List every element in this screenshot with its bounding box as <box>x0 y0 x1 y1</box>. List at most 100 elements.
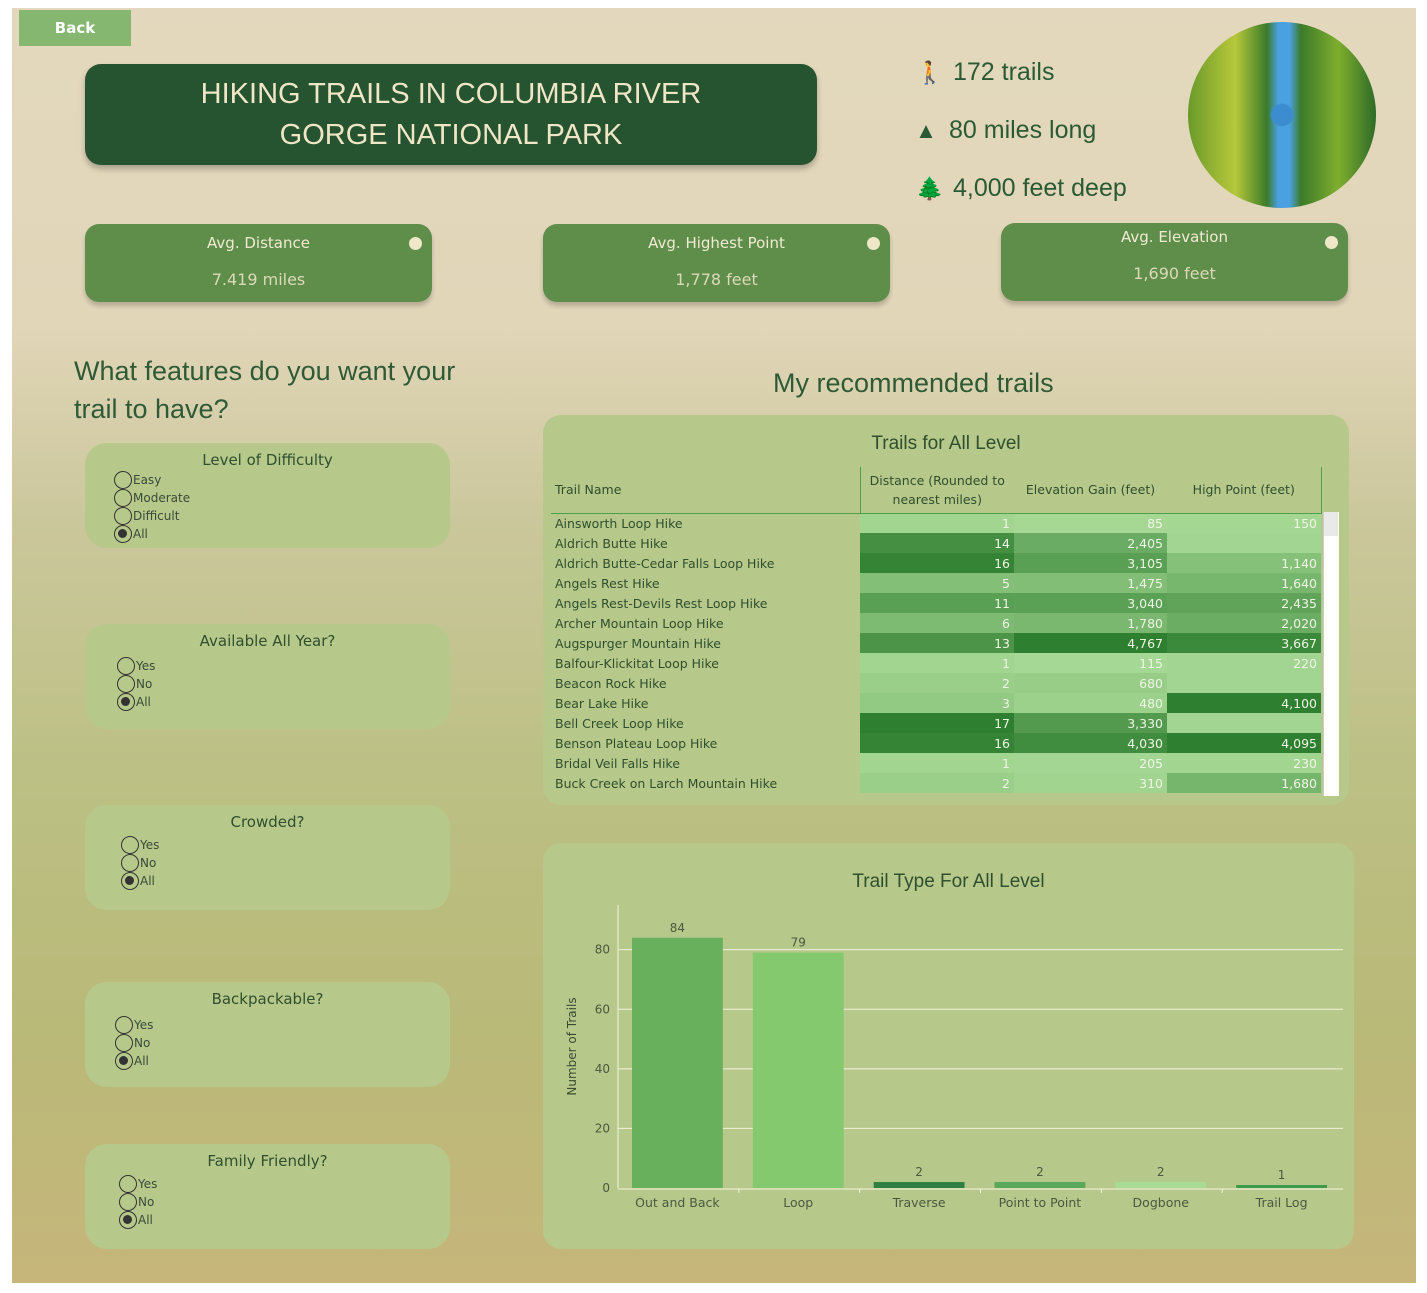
radio-circle-icon[interactable] <box>115 1052 133 1070</box>
table-row[interactable]: Bell Creek Loop Hike 17 3,330 <box>551 713 1321 733</box>
radio-easy[interactable]: Easy <box>114 471 190 489</box>
radio-all[interactable]: All <box>117 693 155 711</box>
radio-circle-icon[interactable] <box>114 525 132 543</box>
cell-value: 1,475 <box>1014 573 1167 593</box>
filter-title: Family Friendly? <box>207 1152 328 1170</box>
kpi-value: 1,690 feet <box>1133 264 1216 283</box>
radio-yes[interactable]: Yes <box>117 657 155 675</box>
radio-all[interactable]: All <box>119 1211 157 1229</box>
table-row[interactable]: Angels Rest-Devils Rest Loop Hike 11 3,040… <box>551 593 1321 613</box>
cell-value: 17 <box>860 713 1014 733</box>
cell-value <box>1167 713 1321 733</box>
data-label: 2 <box>915 1165 923 1179</box>
x-tick-label: Dogbone <box>1133 1195 1190 1210</box>
back-button[interactable]: Back <box>19 10 131 46</box>
data-label: 2 <box>1157 1165 1165 1179</box>
cell-value: 205 <box>1014 753 1167 773</box>
y-tick-label: 60 <box>595 1002 610 1016</box>
radio-circle-icon[interactable] <box>114 507 132 525</box>
radio-no[interactable]: No <box>117 675 155 693</box>
data-label: 1 <box>1278 1168 1286 1182</box>
data-label: 2 <box>1036 1165 1044 1179</box>
data-label: 79 <box>791 936 806 950</box>
radio-circle-icon[interactable] <box>115 1034 133 1052</box>
radio-circle-icon[interactable] <box>119 1175 137 1193</box>
x-tick-label: Trail Log <box>1255 1195 1308 1210</box>
radio-circle-icon[interactable] <box>114 489 132 507</box>
col-elevation-gain[interactable]: Elevation Gain (feet) <box>1014 467 1167 514</box>
table-row[interactable]: Aldrich Butte-Cedar Falls Loop Hike 16 3,1… <box>551 553 1321 573</box>
cell-value: 230 <box>1167 753 1321 773</box>
table-row[interactable]: Ainsworth Loop Hike 1 85 150 <box>551 513 1321 533</box>
cell-value: 1 <box>860 753 1014 773</box>
trails-table-panel: Trails for All Level Trail Name Distance… <box>543 415 1349 805</box>
cell-value: 2 <box>860 773 1014 793</box>
radio-circle-icon[interactable] <box>119 1193 137 1211</box>
table-row[interactable]: Bear Lake Hike 3 480 4,100 <box>551 693 1321 713</box>
radio-circle-icon[interactable] <box>117 693 135 711</box>
trail-name: Benson Plateau Loop Hike <box>555 735 718 751</box>
cell-value: 4,767 <box>1014 633 1167 653</box>
radio-yes[interactable]: Yes <box>119 1175 157 1193</box>
table-row[interactable]: Buck Creek on Larch Mountain Hike 2 310 1,6… <box>551 773 1321 793</box>
kpi-value: 1,778 feet <box>675 270 758 289</box>
radio-circle-icon[interactable] <box>121 836 139 854</box>
bar-point-to-point[interactable] <box>994 1182 1086 1188</box>
radio-no[interactable]: No <box>121 854 159 872</box>
radio-label: All <box>138 1213 153 1227</box>
radio-label: Moderate <box>133 491 191 505</box>
cell-value: 2,020 <box>1167 613 1321 633</box>
col-distance[interactable]: Distance (Rounded to nearest miles) <box>859 467 1014 514</box>
table-scrollbar[interactable] <box>1323 512 1339 796</box>
radio-no[interactable]: No <box>115 1034 153 1052</box>
cell-value: 11 <box>860 593 1014 613</box>
scroll-thumb[interactable] <box>1324 512 1338 536</box>
radio-circle-icon[interactable] <box>119 1211 137 1229</box>
radio-difficult[interactable]: Difficult <box>114 507 190 525</box>
table-row[interactable]: Angels Rest Hike 5 1,475 1,640 <box>551 573 1321 593</box>
cell-value: 2 <box>860 673 1014 693</box>
toggle-icon[interactable] <box>1325 236 1338 249</box>
radio-no[interactable]: No <box>119 1193 157 1211</box>
radio-all[interactable]: All <box>121 872 159 890</box>
col-trail-name[interactable]: Trail Name <box>551 467 860 514</box>
bar-traverse[interactable] <box>873 1182 965 1188</box>
radio-moderate[interactable]: Moderate <box>114 489 190 507</box>
mountain-icon: ▲ <box>915 117 937 143</box>
bar-dogbone[interactable] <box>1115 1182 1207 1188</box>
kpi-value: 7.419 miles <box>211 270 306 289</box>
table-row[interactable]: Bridal Veil Falls Hike 1 205 230 <box>551 753 1321 773</box>
radio-all[interactable]: All <box>114 525 190 543</box>
cell-value: 220 <box>1167 653 1321 673</box>
radio-circle-icon[interactable] <box>115 1016 133 1034</box>
x-tick-label: Traverse <box>892 1195 946 1210</box>
cell-value: 1,140 <box>1167 553 1321 573</box>
bar-out-and-back[interactable] <box>632 937 723 1188</box>
table-row[interactable]: Benson Plateau Loop Hike 16 4,030 4,095 <box>551 733 1321 753</box>
cell-value: 150 <box>1167 513 1321 533</box>
radio-yes[interactable]: Yes <box>121 836 159 854</box>
toggle-icon[interactable] <box>409 237 422 250</box>
col-high-point[interactable]: High Point (feet) <box>1167 467 1322 514</box>
radio-yes[interactable]: Yes <box>115 1016 153 1034</box>
radio-circle-icon[interactable] <box>121 854 139 872</box>
cell-value: 2,405 <box>1014 533 1167 553</box>
radio-circle-icon[interactable] <box>117 657 135 675</box>
cell-value: 4,100 <box>1167 693 1321 713</box>
radio-label: Difficult <box>133 509 180 523</box>
bar-loop[interactable] <box>752 952 844 1188</box>
radio-all[interactable]: All <box>115 1052 153 1070</box>
trail-name: Buck Creek on Larch Mountain Hike <box>555 775 778 791</box>
toggle-icon[interactable] <box>867 237 880 250</box>
table-row[interactable]: Balfour-Klickitat Loop Hike 1 115 220 <box>551 653 1321 673</box>
table-row[interactable]: Archer Mountain Loop Hike 6 1,780 2,020 <box>551 613 1321 633</box>
cell-value: 3,330 <box>1014 713 1167 733</box>
table-row[interactable]: Aldrich Butte Hike 14 2,405 <box>551 533 1321 553</box>
cell-value: 3,040 <box>1014 593 1167 613</box>
bar-trail-log[interactable] <box>1236 1185 1327 1188</box>
radio-circle-icon[interactable] <box>117 675 135 693</box>
radio-circle-icon[interactable] <box>121 872 139 890</box>
radio-circle-icon[interactable] <box>114 471 132 489</box>
table-row[interactable]: Augspurger Mountain Hike 13 4,767 3,667 <box>551 633 1321 653</box>
table-row[interactable]: Beacon Rock Hike 2 680 <box>551 673 1321 693</box>
